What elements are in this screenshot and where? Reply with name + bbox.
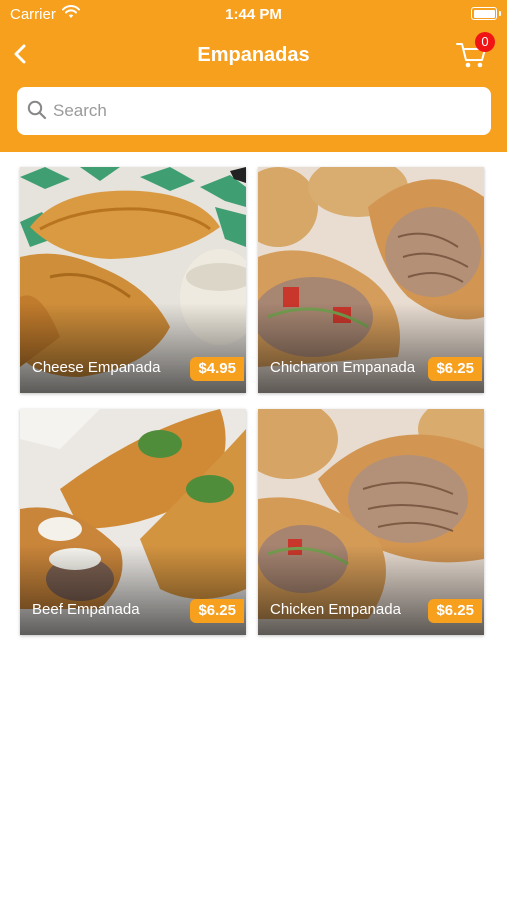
product-card-chicharon-empanada[interactable]: Chicharon Empanada $6.25 (258, 167, 484, 393)
nav-bar: Empanadas 0 (0, 32, 507, 76)
search-input[interactable] (53, 95, 473, 127)
clock: 1:44 PM (225, 6, 282, 23)
price-badge: $6.25 (190, 599, 244, 623)
battery-icon (471, 7, 497, 20)
cart-button[interactable]: 0 (453, 32, 499, 72)
product-card-chicken-empanada[interactable]: Chicken Empanada $6.25 (258, 409, 484, 635)
price-badge: $4.95 (190, 357, 244, 381)
product-card-cheese-empanada[interactable]: Cheese Empanada $4.95 (20, 167, 246, 393)
battery-tip (499, 11, 501, 16)
status-bar: Carrier 1:44 PM (0, 0, 507, 28)
search-icon (27, 100, 47, 120)
price-badge: $6.25 (428, 599, 482, 623)
search-bar[interactable] (17, 87, 491, 135)
product-name: Chicken Empanada (270, 601, 401, 618)
product-name: Cheese Empanada (32, 359, 161, 376)
product-card-beef-empanada[interactable]: Beef Empanada $6.25 (20, 409, 246, 635)
back-button[interactable] (8, 38, 36, 70)
cart-count-badge: 0 (475, 32, 495, 52)
product-name: Chicharon Empanada (270, 359, 416, 376)
page-title: Empanadas (197, 44, 310, 66)
header: Carrier 1:44 PM Empanadas 0 (0, 0, 507, 152)
chevron-left-icon (14, 44, 26, 64)
product-name: Beef Empanada (32, 601, 140, 618)
price-badge: $6.25 (428, 357, 482, 381)
